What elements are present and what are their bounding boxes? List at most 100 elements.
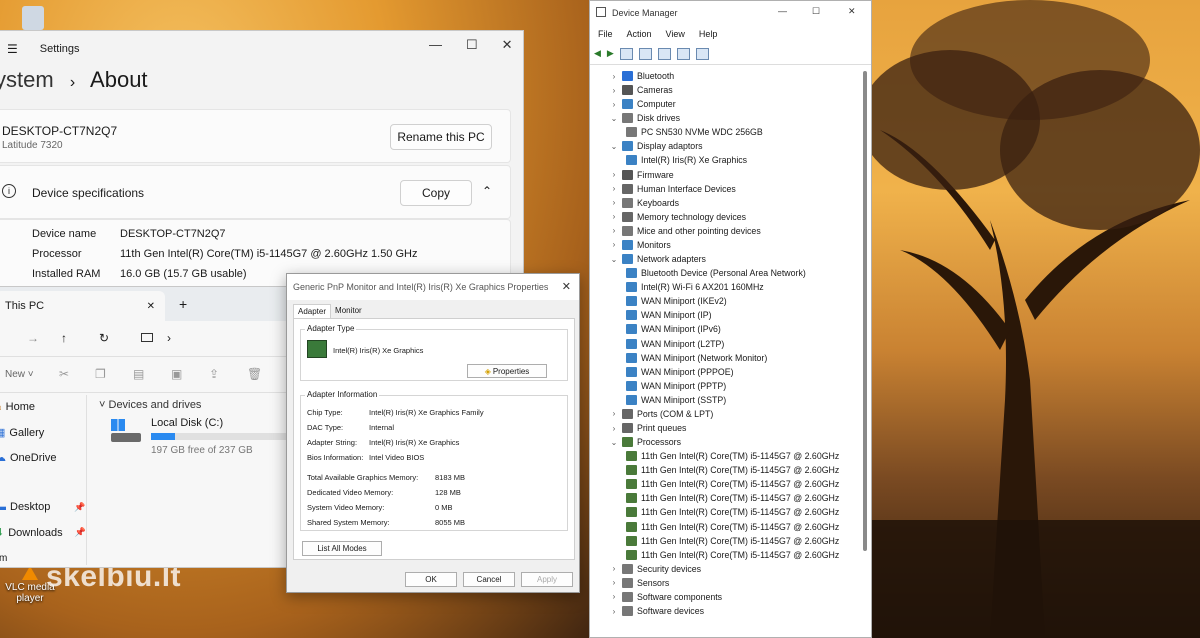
sidebar-item-onedrive[interactable]: ☁ OneDrive [0, 451, 56, 465]
device-category[interactable]: › Software components [610, 590, 722, 604]
menu-help[interactable]: Help [699, 29, 718, 39]
help-icon[interactable] [638, 47, 652, 60]
device-item[interactable]: WAN Miniport (IPv6) [626, 322, 721, 336]
device-category[interactable]: ⌄ Network adapters [610, 252, 706, 266]
chevron-right-icon[interactable]: › [610, 578, 618, 587]
chevron-right-icon[interactable]: › [610, 424, 618, 433]
breadcrumb-parent[interactable]: ystem [0, 67, 54, 92]
device-category[interactable]: › Computer [610, 97, 676, 111]
chevron-right-icon[interactable]: › [167, 331, 171, 345]
device-item[interactable]: 11th Gen Intel(R) Core(TM) i5-1145G7 @ 2… [626, 449, 839, 463]
device-category[interactable]: › Security devices [610, 562, 701, 576]
maximize-icon[interactable]: ☐ [466, 37, 478, 53]
close-icon[interactable]: ✕ [502, 37, 513, 53]
properties-icon[interactable] [657, 47, 671, 60]
device-item[interactable]: 11th Gen Intel(R) Core(TM) i5-1145G7 @ 2… [626, 491, 839, 505]
ok-button[interactable]: OK [405, 572, 457, 587]
chevron-down-icon[interactable]: ⌄ [610, 438, 618, 447]
chevron-right-icon[interactable]: › [610, 198, 618, 207]
sidebar-item-downloads[interactable]: ⬇ Downloads 📌 [0, 526, 86, 540]
device-category[interactable]: › Software devices [610, 604, 704, 618]
cancel-button[interactable]: Cancel [463, 572, 515, 587]
refresh-icon[interactable]: ↻ [99, 331, 109, 345]
chevron-right-icon[interactable]: › [610, 240, 618, 249]
scrollbar[interactable] [863, 71, 867, 551]
device-item[interactable]: WAN Miniport (SSTP) [626, 393, 726, 407]
chevron-right-icon[interactable]: › [610, 607, 618, 616]
chevron-right-icon[interactable]: › [610, 564, 618, 573]
close-icon[interactable]: ✕ [848, 6, 856, 17]
chevron-down-icon[interactable]: ⌄ [610, 114, 618, 123]
apply-button[interactable]: Apply [521, 572, 573, 587]
paste-icon[interactable]: ▤ [133, 367, 144, 381]
copy-icon[interactable]: ❐ [95, 367, 106, 381]
device-category[interactable]: › Sensors [610, 576, 669, 590]
device-category[interactable]: ⌄ Disk drives [610, 111, 680, 125]
chevron-down-icon[interactable]: ⌄ [610, 142, 618, 151]
chevron-right-icon[interactable]: › [610, 212, 618, 221]
forward-icon[interactable]: → [27, 331, 39, 345]
menu-file[interactable]: File [598, 29, 613, 39]
device-item[interactable]: WAN Miniport (L2TP) [626, 337, 724, 351]
minimize-icon[interactable]: — [429, 37, 442, 53]
sidebar-item-home[interactable]: ⌂ Home [0, 401, 35, 413]
device-item[interactable]: Intel(R) Iris(R) Xe Graphics [626, 153, 747, 167]
device-category[interactable]: › Ports (COM & LPT) [610, 407, 713, 421]
chevron-up-icon[interactable]: ⌃ [482, 184, 492, 198]
device-category[interactable]: › Human Interface Devices [610, 182, 736, 196]
device-category[interactable]: › Bluetooth [610, 69, 674, 83]
device-category[interactable]: ⌄ Processors [610, 435, 681, 449]
menu-action[interactable]: Action [627, 29, 652, 39]
tab-monitor[interactable]: Monitor [331, 304, 366, 318]
device-item[interactable]: PC SN530 NVMe WDC 256GB [626, 125, 763, 139]
new-tab-icon[interactable]: + [179, 296, 187, 312]
back-icon[interactable]: ◀ [594, 48, 601, 59]
device-item[interactable]: 11th Gen Intel(R) Core(TM) i5-1145G7 @ 2… [626, 520, 839, 534]
device-item[interactable]: WAN Miniport (Network Monitor) [626, 351, 767, 365]
chevron-right-icon[interactable]: › [610, 86, 618, 95]
device-item[interactable]: Intel(R) Wi-Fi 6 AX201 160MHz [626, 280, 764, 294]
forward-icon[interactable]: ▶ [607, 48, 614, 59]
chevron-down-icon[interactable]: ⌄ [610, 255, 618, 264]
device-category[interactable]: › Mice and other pointing devices [610, 224, 761, 238]
up-icon[interactable]: ↑ [61, 331, 67, 345]
drive-c-item[interactable]: Local Disk (C:) 197 GB free of 237 GB [111, 417, 291, 461]
maximize-icon[interactable]: ☐ [812, 6, 820, 17]
chevron-right-icon[interactable]: › [610, 409, 618, 418]
device-item[interactable]: WAN Miniport (PPPOE) [626, 365, 734, 379]
minimize-icon[interactable]: — [778, 6, 787, 16]
device-category[interactable]: › Firmware [610, 168, 674, 182]
device-category[interactable]: ⌄ Display adaptors [610, 139, 703, 153]
sidebar-item-desktop[interactable]: ▬ Desktop 📌 [0, 501, 86, 513]
device-item[interactable]: 11th Gen Intel(R) Core(TM) i5-1145G7 @ 2… [626, 505, 839, 519]
recycle-bin-icon[interactable] [18, 6, 48, 30]
devices-section-header[interactable]: ˅ Devices and drives [99, 399, 201, 411]
chevron-right-icon[interactable]: › [610, 226, 618, 235]
device-specs-header[interactable]: i Device specifications Copy ⌃ [0, 165, 511, 219]
close-tab-icon[interactable]: ✕ [147, 301, 155, 312]
device-item[interactable]: WAN Miniport (IKEv2) [626, 294, 727, 308]
share-icon[interactable]: ⇪ [209, 367, 219, 381]
device-item[interactable]: 11th Gen Intel(R) Core(TM) i5-1145G7 @ 2… [626, 477, 839, 491]
cut-icon[interactable]: ✂ [59, 367, 69, 381]
device-category[interactable]: › Memory technology devices [610, 210, 746, 224]
properties-button[interactable]: ◈ Properties [467, 364, 547, 378]
show-hide-icon[interactable] [619, 47, 633, 60]
chevron-right-icon[interactable]: › [610, 100, 618, 109]
device-category[interactable]: › Keyboards [610, 196, 679, 210]
chevron-right-icon[interactable]: › [610, 184, 618, 193]
device-item[interactable]: 11th Gen Intel(R) Core(TM) i5-1145G7 @ 2… [626, 463, 839, 477]
sidebar-item-gallery[interactable]: ▦ Gallery [0, 426, 44, 440]
update-driver-icon[interactable] [676, 47, 690, 60]
chevron-right-icon[interactable]: › [610, 592, 618, 601]
rename-pc-button[interactable]: Rename this PC [390, 124, 492, 150]
device-item[interactable]: 11th Gen Intel(R) Core(TM) i5-1145G7 @ 2… [626, 548, 839, 562]
device-item[interactable]: 11th Gen Intel(R) Core(TM) i5-1145G7 @ 2… [626, 534, 839, 548]
device-category[interactable]: › Monitors [610, 238, 671, 252]
menu-icon[interactable]: ☰ [7, 42, 18, 56]
device-item[interactable]: Bluetooth Device (Personal Area Network) [626, 266, 806, 280]
device-item[interactable]: WAN Miniport (PPTP) [626, 379, 726, 393]
close-icon[interactable]: ✕ [562, 280, 571, 293]
device-category[interactable]: › Print queues [610, 421, 686, 435]
list-all-modes-button[interactable]: List All Modes [302, 541, 382, 556]
